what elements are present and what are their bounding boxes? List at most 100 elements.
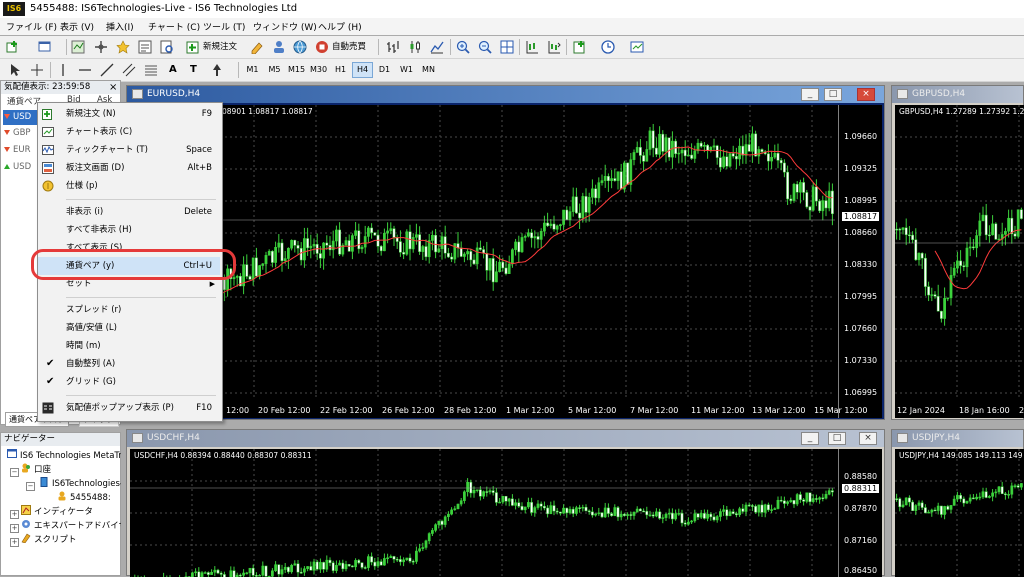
menu-view[interactable]: 表示 (V) (60, 20, 94, 33)
menu-item-grid[interactable]: ✔ グリッド (G) (38, 373, 220, 391)
chart-area-usdjpy[interactable]: USDJPY,H4 149.085 149.113 149 (895, 449, 1024, 577)
signals-icon[interactable] (272, 40, 286, 54)
data-window-icon[interactable] (138, 40, 152, 54)
menu-item-depth-of-market[interactable]: 板注文画面 (D)Alt+B (38, 159, 220, 177)
new-order-icon[interactable] (186, 40, 200, 54)
timeframe-w1[interactable]: W1 (397, 62, 416, 78)
chart-area-gbpusd[interactable]: GBPUSD,H4 1.27289 1.27392 1.2 12 Jan 202… (895, 105, 1024, 418)
nav-accounts[interactable]: 口座 (21, 463, 121, 477)
strategy-tester-icon[interactable] (160, 40, 174, 54)
metaeditor-icon[interactable] (250, 40, 264, 54)
market-watch-row[interactable]: GBP (3, 126, 41, 141)
auto-trading-button[interactable]: 自動売買 (332, 39, 366, 55)
maximize-button[interactable]: □ (824, 88, 842, 101)
menu-item-spread[interactable]: スプレッド (r) (38, 301, 220, 319)
expand-plus-icon[interactable]: + (10, 538, 19, 547)
nav-indicators[interactable]: インディケータ (21, 505, 121, 519)
new-order-button[interactable]: 新規注文 (203, 39, 237, 55)
close-button[interactable]: × (859, 432, 877, 445)
expand-minus-icon[interactable]: − (26, 482, 35, 491)
timeframe-d1[interactable]: D1 (375, 62, 394, 78)
menu-insert[interactable]: 挿入(I) (106, 20, 134, 33)
equidistant-channel-icon[interactable] (122, 63, 136, 77)
menu-chart[interactable]: チャート (C) (148, 20, 200, 33)
menu-item-hide[interactable]: 非表示 (i)Delete (38, 203, 220, 221)
trendline-icon[interactable] (100, 63, 114, 77)
text-label-icon[interactable]: T (190, 62, 197, 78)
expand-plus-icon[interactable]: + (10, 524, 19, 533)
column-symbol[interactable]: 通貨ペア (7, 95, 41, 107)
menu-help[interactable]: ヘルプ (H) (318, 20, 362, 33)
new-chart-icon[interactable] (6, 40, 20, 54)
market-globe-icon[interactable] (293, 40, 307, 54)
templates-icon[interactable] (630, 40, 644, 54)
timeframe-m1[interactable]: M1 (243, 62, 262, 78)
minimize-button[interactable]: _ (801, 88, 819, 101)
menu-item-auto-arrange[interactable]: ✔ 自動整列 (A) (38, 355, 220, 373)
vertical-line-icon[interactable] (56, 63, 70, 77)
candlestick-chart-icon[interactable] (408, 40, 422, 54)
timeframe-mn[interactable]: MN (419, 62, 438, 78)
timeframe-h4[interactable]: H4 (352, 62, 373, 78)
timeframe-m30[interactable]: M30 (309, 62, 328, 78)
chart-window-usdchf[interactable]: USDCHF,H4 _ □ × USDCHF,H4 0.88394 0.8844… (126, 429, 885, 576)
auto-scroll-icon[interactable] (547, 40, 561, 54)
chart-shift-icon[interactable] (525, 40, 539, 54)
timeframe-m5[interactable]: M5 (265, 62, 284, 78)
market-watch-row[interactable]: USD (3, 160, 41, 175)
menu-item-high-low[interactable]: 高値/安値 (L) (38, 319, 220, 337)
tile-windows-icon[interactable] (500, 40, 514, 54)
chart-window-gbpusd[interactable]: GBPUSD,H4 GBPUSD,H4 1.27289 1.27392 1.2 … (891, 85, 1024, 420)
menu-item-new-order[interactable]: 新規注文 (N)F9 (38, 105, 220, 123)
chart-window-usdjpy[interactable]: USDJPY,H4 USDJPY,H4 149.085 149.113 149 (891, 429, 1024, 576)
candle-body (540, 504, 542, 506)
zoom-out-icon[interactable] (478, 40, 492, 54)
crosshair-move-icon[interactable] (94, 40, 108, 54)
expand-plus-icon[interactable]: + (10, 510, 19, 519)
market-watch-row[interactable]: EUR (3, 143, 41, 158)
candle-body (678, 513, 680, 514)
periods-clock-icon[interactable] (601, 40, 615, 54)
menu-window[interactable]: ウィンドウ (W) (253, 20, 317, 33)
nav-expert-advisors[interactable]: エキスパートアドバイザ (21, 519, 121, 533)
profiles-icon[interactable] (38, 40, 52, 54)
candle-body (780, 160, 782, 163)
candle-body (383, 233, 385, 251)
auto-trading-icon[interactable] (315, 40, 329, 54)
maximize-button[interactable]: □ (828, 432, 846, 445)
fibonacci-icon[interactable] (144, 63, 158, 77)
timeframe-h1[interactable]: H1 (331, 62, 350, 78)
market-watch-row[interactable]: USD (3, 110, 41, 125)
nav-root[interactable]: IS6 Technologies MetaTrader (7, 449, 121, 463)
arrows-icon[interactable] (210, 63, 224, 77)
horizontal-line-icon[interactable] (78, 63, 92, 77)
menu-item-chart-window[interactable]: チャート表示 (C) (38, 123, 220, 141)
zoom-in-icon[interactable] (456, 40, 470, 54)
nav-server[interactable]: IS6Technologies-Live (39, 477, 121, 491)
menu-item-popup-prices[interactable]: 気配値ポップアップ表示 (P)F10 (38, 399, 220, 417)
crosshair-icon[interactable] (30, 63, 44, 77)
menu-item-hide-all[interactable]: すべて非表示 (H) (38, 221, 220, 239)
nav-scripts[interactable]: スクリプト (21, 533, 121, 547)
chart-window-eurusd[interactable]: EURUSD,H4 _ □ × 08901 1.08817 1.08817 1.… (126, 85, 885, 420)
close-button[interactable]: × (857, 88, 875, 101)
chart-area-usdchf[interactable]: USDCHF,H4 0.88394 0.88440 0.88307 0.8831… (130, 449, 882, 577)
expand-minus-icon[interactable]: − (10, 468, 19, 477)
market-watch-close-icon[interactable]: × (109, 81, 119, 94)
cursor-icon[interactable] (8, 63, 22, 77)
chart-area-eurusd[interactable]: 08901 1.08817 1.08817 1.09660 1.09325 1.… (130, 105, 882, 418)
menu-item-specification[interactable]: 仕様 (p) (38, 177, 220, 195)
menu-item-time[interactable]: 時間 (m) (38, 337, 220, 355)
indicators-icon[interactable] (573, 40, 587, 54)
market-watch-icon[interactable] (71, 40, 85, 54)
favorites-star-icon[interactable] (116, 40, 130, 54)
timeframe-m15[interactable]: M15 (287, 62, 306, 78)
menu-tools[interactable]: ツール (T) (203, 20, 245, 33)
bar-chart-icon[interactable] (386, 40, 400, 54)
menu-item-tick-chart[interactable]: ティックチャート (T)Space (38, 141, 220, 159)
line-chart-icon[interactable] (430, 40, 444, 54)
menu-file[interactable]: ファイル (F) (6, 20, 57, 33)
text-tool-icon[interactable]: A (169, 62, 177, 78)
minimize-button[interactable]: _ (801, 432, 819, 445)
nav-account-number[interactable]: 5455488: (57, 491, 121, 505)
